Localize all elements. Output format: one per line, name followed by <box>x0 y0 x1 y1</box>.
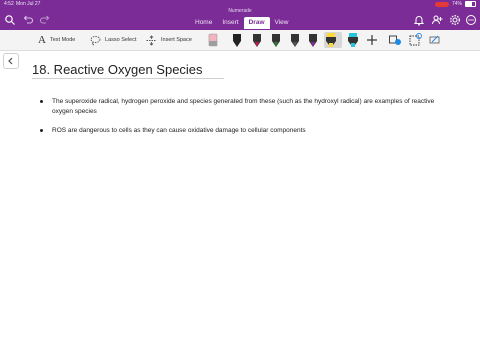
insert-space-icon <box>146 34 157 46</box>
bullet-list: The superoxide radical, hydrogen peroxid… <box>38 97 438 145</box>
more-options-icon[interactable] <box>465 14 477 26</box>
pen-icon <box>253 34 261 47</box>
battery-icon <box>465 1 476 7</box>
text-mode-icon: A <box>38 34 46 46</box>
bullet-dot <box>40 100 43 103</box>
bullet-dot <box>40 129 43 132</box>
note-page[interactable]: 18. Reactive Oxygen Species The superoxi… <box>0 51 480 360</box>
highlighter-icon <box>326 33 336 47</box>
app-title: Numerade <box>228 8 252 14</box>
battery-text: 74% <box>451 1 462 7</box>
pen-icon <box>309 34 317 47</box>
redo-icon[interactable] <box>39 14 51 26</box>
pen-green-tool[interactable] <box>269 32 283 48</box>
add-pen-button[interactable] <box>365 32 379 48</box>
lasso-select-label: Lasso Select <box>105 37 137 43</box>
pen-icon <box>272 34 280 47</box>
notifications-icon[interactable] <box>413 14 425 26</box>
settings-icon[interactable] <box>449 14 461 26</box>
tab-view[interactable]: View <box>270 17 294 29</box>
highlighter-yellow-tool[interactable] <box>324 32 342 48</box>
ink-to-shape-tool[interactable] <box>408 32 422 48</box>
tab-home[interactable]: Home <box>190 17 217 29</box>
title-divider <box>32 78 224 79</box>
screen-record-icon <box>434 1 449 7</box>
text-mode-label: Text Mode <box>49 37 76 43</box>
eraser-icon <box>208 33 218 47</box>
pen-purple-tool[interactable] <box>306 32 320 48</box>
shapes-tool[interactable] <box>388 32 402 48</box>
draw-toolbar: A Text Mode Lasso Select Insert Space <box>0 30 480 51</box>
ink-to-shape-icon <box>409 33 422 46</box>
tab-insert[interactable]: Insert <box>217 17 243 29</box>
pen-magenta-tool[interactable] <box>250 32 264 48</box>
lasso-select-tool[interactable]: Lasso Select <box>90 30 137 50</box>
page-title[interactable]: 18. Reactive Oxygen Species <box>32 62 203 77</box>
search-icon[interactable] <box>4 14 16 26</box>
app-header: 4:52 Mon Jul 27 74% Numerade Home Insert… <box>0 0 480 30</box>
pen-icon <box>233 34 241 47</box>
status-time: 4:52 <box>4 1 14 7</box>
bullet-text: ROS are dangerous to cells as they can c… <box>52 127 306 134</box>
back-button[interactable] <box>3 53 19 69</box>
ribbon-tabs: Home Insert Draw View <box>190 17 294 29</box>
status-indicators: 74% <box>434 1 476 7</box>
plus-icon <box>367 35 377 45</box>
eraser-tool[interactable] <box>206 32 220 48</box>
add-person-icon[interactable] <box>431 14 443 26</box>
list-item[interactable]: The superoxide radical, hydrogen peroxid… <box>38 97 438 117</box>
highlighter-cyan-tool[interactable] <box>346 32 360 48</box>
list-item[interactable]: ROS are dangerous to cells as they can c… <box>38 126 438 136</box>
lasso-icon <box>90 35 101 46</box>
text-mode-tool[interactable]: A Text Mode <box>38 30 75 50</box>
insert-space-tool[interactable]: Insert Space <box>146 30 192 50</box>
pen-black-tool[interactable] <box>230 32 244 48</box>
ink-to-math-tool[interactable] <box>428 32 442 48</box>
pen-dark-tool[interactable] <box>288 32 302 48</box>
chevron-left-icon <box>8 57 13 65</box>
highlighter-icon <box>348 33 358 47</box>
insert-space-label: Insert Space <box>161 37 192 43</box>
ink-math-icon <box>429 35 440 44</box>
undo-icon[interactable] <box>22 14 34 26</box>
bullet-text: The superoxide radical, hydrogen peroxid… <box>52 98 435 115</box>
status-date: Mon Jul 27 <box>16 1 41 7</box>
pen-icon <box>291 34 299 47</box>
shapes-icon <box>389 35 401 45</box>
tab-draw[interactable]: Draw <box>243 17 270 29</box>
